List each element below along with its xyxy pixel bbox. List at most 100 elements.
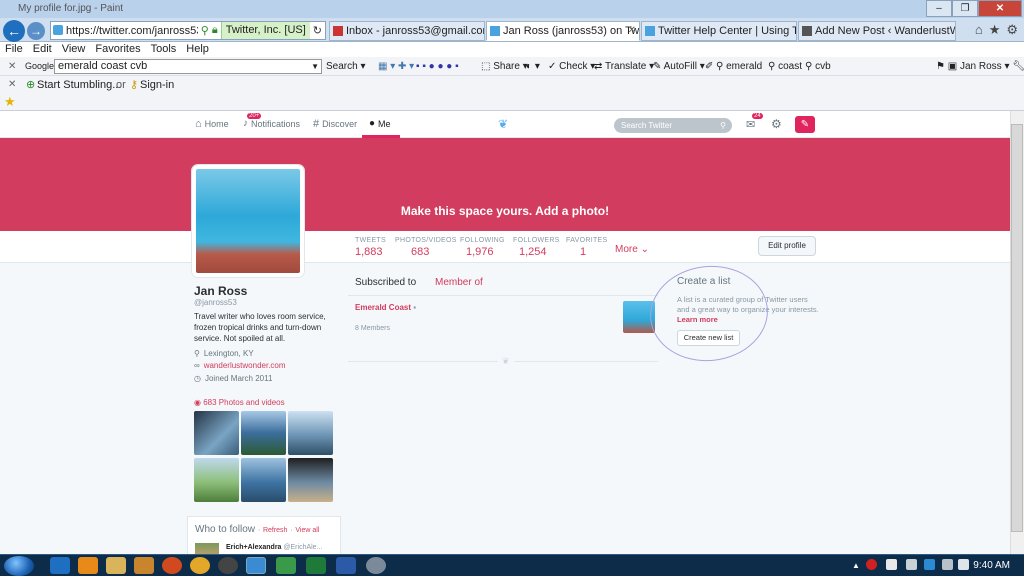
back-button[interactable]: ← <box>3 20 25 42</box>
chrome-icon[interactable] <box>190 557 210 574</box>
list-item[interactable]: Emerald Coast ▪ <box>355 303 416 312</box>
banner-text[interactable]: Make this space yours. Add a photo! <box>0 204 1010 218</box>
menu-favorites[interactable]: Favorites <box>95 42 140 57</box>
photos-videos-link[interactable]: ◉ 683 Photos and videos <box>194 398 285 407</box>
camera-app-icon[interactable] <box>218 557 238 574</box>
menu-tools[interactable]: Tools <box>151 42 177 57</box>
sign-in-button[interactable]: Sign-in <box>140 76 174 94</box>
outlook-icon[interactable] <box>78 557 98 574</box>
blogger-icon[interactable]: ◐ ▾ <box>526 57 540 76</box>
start-stumbling-button[interactable]: Start Stumbling... <box>37 76 121 94</box>
display-icon[interactable] <box>906 559 917 570</box>
internet-explorer-active-icon[interactable] <box>246 557 266 574</box>
photo-thumbnail[interactable] <box>288 411 333 455</box>
more-dropdown[interactable]: More ⌄ <box>615 244 649 255</box>
twitter-bird-icon[interactable]: ❦ <box>498 117 508 131</box>
tab-subscribed-to[interactable]: Subscribed to <box>355 277 416 288</box>
media-player-icon[interactable] <box>134 557 154 574</box>
chevron-down-icon[interactable]: ▼ <box>311 60 319 73</box>
term-cvb[interactable]: ⚲ cvb <box>805 57 831 76</box>
excel-icon[interactable] <box>306 557 326 574</box>
edit-profile-button[interactable]: Edit profile <box>758 236 816 256</box>
gear-icon[interactable]: ⚙ <box>1006 22 1018 38</box>
twitter-search-input[interactable]: Search Twitter ⚲ <box>614 118 732 133</box>
forward-button[interactable]: → <box>27 22 45 40</box>
show-hidden-icons[interactable]: ▲ <box>852 562 860 570</box>
stat-photos-videos[interactable]: PHOTOS/VIDEOS 683 <box>395 237 457 258</box>
stat-followers[interactable]: FOLLOWERS 1,254 <box>513 237 560 258</box>
restore-button[interactable]: ❐ <box>952 0 978 17</box>
view-all-link[interactable]: View all <box>295 527 319 534</box>
scrollbar-thumb[interactable] <box>1011 124 1023 532</box>
tab-twitter-profile[interactable]: Jan Ross (janross53) on Twit... ✕ <box>486 21 640 41</box>
spreadsheet-icon[interactable] <box>276 557 296 574</box>
network-icon[interactable] <box>942 559 953 570</box>
term-coast[interactable]: ⚲ coast <box>768 57 802 76</box>
tab-inbox[interactable]: Inbox - janross53@gmail.com ... <box>329 21 485 41</box>
avatar[interactable] <box>192 165 304 277</box>
profile-header-banner[interactable]: Make this space yours. Add a photo! <box>0 138 1010 231</box>
action-center-icon[interactable] <box>886 559 897 570</box>
stat-following[interactable]: FOLLOWING 1,976 <box>460 237 505 258</box>
menu-view[interactable]: View <box>62 42 86 57</box>
menu-file[interactable]: File <box>5 42 23 57</box>
firefox-icon[interactable] <box>162 557 182 574</box>
tab-member-of[interactable]: Member of <box>435 277 483 288</box>
volume-icon[interactable] <box>958 559 969 570</box>
search-icon[interactable]: ⚲ <box>198 24 212 37</box>
suggested-user-avatar[interactable] <box>195 543 219 554</box>
photo-thumbnail[interactable] <box>241 411 286 455</box>
close-button[interactable]: ✕ <box>978 0 1022 17</box>
social-icons-group[interactable]: ▪ ▪ ● ● ● ▪ <box>416 57 459 76</box>
search-button[interactable]: Search ▾ <box>326 57 366 76</box>
minimize-button[interactable]: – <box>926 0 952 17</box>
close-tab-icon[interactable]: ✕ <box>628 22 636 40</box>
word-icon[interactable] <box>336 557 356 574</box>
address-bar[interactable]: https://twitter.com/janross53/lists ⚲ 🔒︎… <box>50 21 326 40</box>
start-button[interactable] <box>4 556 34 576</box>
check-button[interactable]: ✓ Check ▾ <box>548 57 595 76</box>
ssl-identity[interactable]: Twitter, Inc. [US] <box>220 22 310 39</box>
photo-thumbnail[interactable] <box>194 458 239 502</box>
toolbar-icons-group[interactable]: ▦ ▾ ✚ ▾ <box>378 57 414 76</box>
taskbar-clock[interactable]: 9:40 AM <box>973 555 1010 577</box>
nav-home[interactable]: ⌂ Home <box>195 118 229 130</box>
translate-button[interactable]: ⇄ Translate ▾ <box>594 57 654 76</box>
menu-help[interactable]: Help <box>186 42 209 57</box>
photo-thumbnail[interactable] <box>194 411 239 455</box>
website-link[interactable]: wanderlustwonder.com <box>204 361 286 370</box>
share-button[interactable]: ⬚ Share ▾ <box>481 57 528 76</box>
dropbox-icon[interactable] <box>924 559 935 570</box>
refresh-link[interactable]: Refresh <box>263 527 288 534</box>
stat-tweets[interactable]: TWEETS 1,883 <box>355 237 386 258</box>
close-toolbar-icon[interactable]: ✕ <box>8 57 16 76</box>
gear-icon[interactable]: ⚙ <box>771 117 782 131</box>
term-emerald[interactable]: ⚲ emerald <box>716 57 762 76</box>
url-text[interactable]: https://twitter.com/janross53/lists <box>51 25 198 37</box>
nav-notifications[interactable]: ♪ Notifications <box>243 118 300 129</box>
refresh-icon[interactable]: ↻ <box>310 24 325 37</box>
file-explorer-icon[interactable] <box>106 557 126 574</box>
photo-thumbnail[interactable] <box>288 458 333 502</box>
suggested-user[interactable]: Erich+Alexandra @ErichAle... <box>226 544 322 551</box>
search-icon[interactable]: ⚲ <box>720 118 726 133</box>
google-search-input[interactable]: emerald coast cvb ▼ <box>54 59 322 74</box>
messages-icon[interactable]: ✉ <box>746 118 755 131</box>
autofill-button[interactable]: ✎ AutoFill ▾ <box>653 57 705 76</box>
compose-tweet-icon[interactable]: ✎ <box>795 116 815 133</box>
close-toolbar-icon[interactable]: ✕ <box>8 76 16 94</box>
favorites-star-icon[interactable]: ★ <box>4 94 16 110</box>
home-icon[interactable]: ⌂ <box>975 22 983 38</box>
highlight-icon[interactable]: ✐ <box>705 57 713 76</box>
paint-icon[interactable] <box>366 557 386 574</box>
tab-add-new-post[interactable]: Add New Post ‹ WanderlustW... <box>798 21 956 41</box>
photo-thumbnail[interactable] <box>241 458 286 502</box>
nav-me[interactable]: ● Me <box>369 118 391 129</box>
profile-name[interactable]: Jan Ross <box>194 284 247 298</box>
internet-explorer-icon[interactable] <box>50 557 70 574</box>
favorites-star-icon[interactable]: ★ <box>989 22 1001 38</box>
menu-edit[interactable]: Edit <box>33 42 52 57</box>
stat-favorites[interactable]: FAVORITES 1 <box>566 237 607 258</box>
tab-twitter-help[interactable]: Twitter Help Center | Using Twi... <box>641 21 797 41</box>
user-account-button[interactable]: ⚑ ▣ Jan Ross ▾ 🔧︎ <box>936 57 1024 76</box>
